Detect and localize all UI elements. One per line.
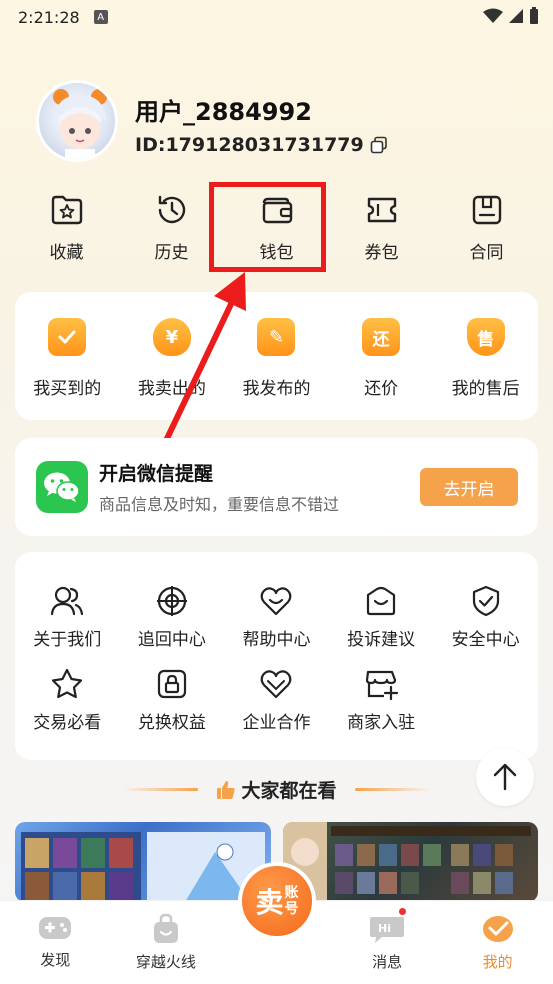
services-row-2: 交易必看 兑换权益 企业合作 商家入驻: [15, 668, 538, 733]
users-icon: [51, 586, 84, 616]
service-about-us[interactable]: 关于我们: [15, 585, 120, 650]
divider: [122, 788, 199, 791]
services-row-1: 关于我们 追回中心 帮助中心 投诉建议 安全中心: [15, 585, 538, 650]
service-label: 企业合作: [242, 713, 311, 733]
hot-section-header: 大家都在看: [0, 776, 553, 803]
service-merchant[interactable]: 商家入驻: [329, 668, 434, 733]
message-bubble-icon: Hi: [370, 917, 405, 943]
tab-messages[interactable]: Hi 消息: [332, 901, 443, 984]
wechat-subtitle: 商品信息及时知，重要信息不错过: [99, 495, 340, 514]
tab-mine[interactable]: 我的: [442, 901, 553, 984]
recommended-listing-thumbnail[interactable]: [15, 822, 271, 902]
wechat-text: 开启微信提醒 商品信息及时知，重要信息不错过: [99, 459, 339, 515]
profile-check-icon: [482, 916, 513, 942]
sell-account-button[interactable]: 卖 账 号: [238, 862, 316, 940]
service-redeem[interactable]: 兑换权益: [120, 668, 225, 733]
service-help[interactable]: 帮助中心: [224, 585, 329, 650]
tab-label: 穿越火线: [135, 953, 196, 971]
game-screenshot-image: [21, 832, 265, 902]
sell-big-text: 卖: [255, 886, 284, 919]
star-outline-icon: [52, 668, 83, 699]
complaint-icon: [366, 586, 396, 616]
hot-section-title: 大家都在看: [241, 780, 337, 802]
lock-exchange-icon: [157, 669, 186, 699]
sell-small-text: 账 号: [285, 885, 299, 917]
sell-small-bottom: 号: [284, 901, 299, 917]
bag-icon: [153, 913, 178, 943]
service-trade-guide[interactable]: 交易必看: [15, 668, 120, 733]
service-recovery[interactable]: 追回中心: [120, 585, 225, 650]
recommended-listing-thumbnail[interactable]: [283, 822, 538, 902]
wechat-title: 开启微信提醒: [99, 463, 214, 485]
tab-discover[interactable]: 发现: [0, 901, 111, 984]
service-label: 追回中心: [137, 630, 206, 650]
game-screenshot-image: [283, 822, 531, 902]
unread-badge: [397, 907, 407, 916]
service-label: 关于我们: [33, 630, 102, 650]
service-enterprise[interactable]: 企业合作: [224, 668, 329, 733]
tab-label: 消息: [372, 953, 403, 971]
crosshair-icon: [156, 586, 187, 616]
handshake-heart-icon: [261, 670, 292, 699]
enable-wechat-button[interactable]: 去开启: [420, 468, 518, 506]
heart-help-icon: [261, 587, 292, 616]
service-security[interactable]: 安全中心: [433, 585, 538, 650]
service-label: 商家入驻: [347, 713, 416, 733]
service-complaint[interactable]: 投诉建议: [329, 585, 434, 650]
tab-label: 发现: [40, 951, 71, 969]
store-add-icon: [365, 670, 399, 700]
service-label: 帮助中心: [242, 630, 311, 650]
sell-small-top: 账: [284, 885, 299, 901]
divider: [354, 788, 431, 791]
wechat-logo-icon: [36, 461, 88, 513]
services-card: 关于我们 追回中心 帮助中心 投诉建议 安全中心 交易必看 兑换权益 企业合作 …: [15, 552, 538, 760]
tab-label: 我的: [482, 953, 513, 971]
service-label: 交易必看: [33, 713, 102, 733]
svg-text:Hi: Hi: [378, 922, 391, 935]
shield-check-icon: [472, 585, 499, 617]
tab-crossfire[interactable]: 穿越火线: [111, 901, 222, 984]
service-label: 兑换权益: [137, 713, 206, 733]
service-label: 安全中心: [451, 630, 520, 650]
wechat-reminder-card: 开启微信提醒 商品信息及时知，重要信息不错过 去开启: [15, 438, 538, 536]
gamepad-icon: [39, 917, 72, 939]
service-label: 投诉建议: [347, 630, 416, 650]
thumbs-up-icon: [217, 780, 236, 799]
